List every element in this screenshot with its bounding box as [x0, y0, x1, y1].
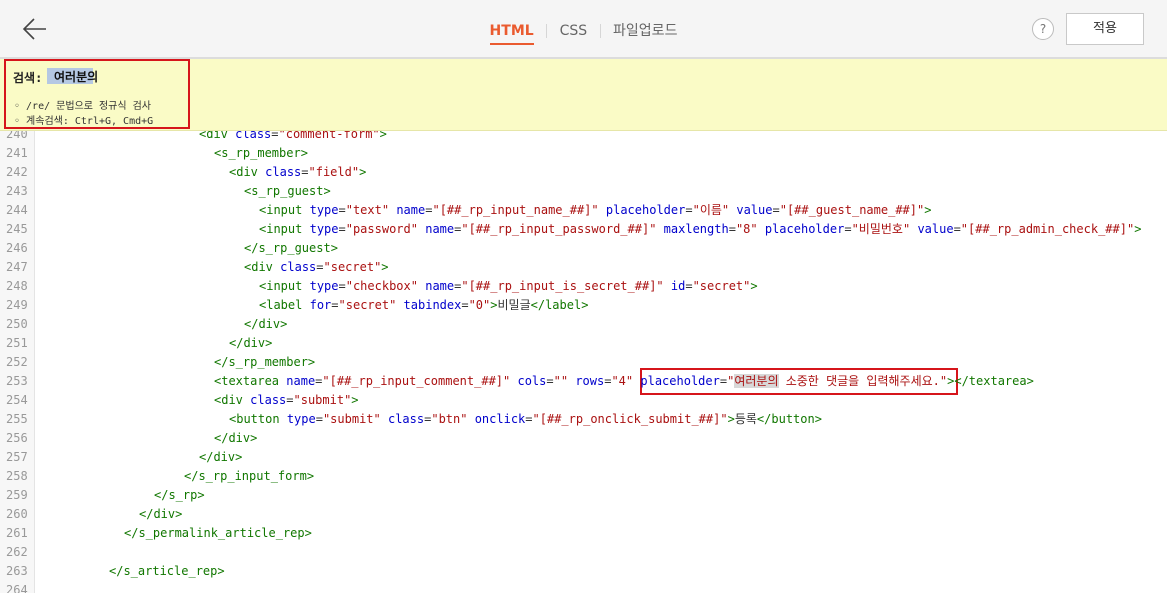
line-number: 258: [6, 469, 28, 483]
tab-html[interactable]: HTML: [482, 23, 542, 45]
code-line: 245 <input type="password" name="[##_rp_i…: [0, 220, 1167, 239]
line-number: 242: [6, 165, 28, 179]
line-number: 252: [6, 355, 28, 369]
code-line: 255 <button type="submit" class="btn" onc…: [0, 410, 1167, 429]
code-editor[interactable]: 240 <div class="comment-form"> 241 <s_rp_me…: [0, 131, 1167, 593]
code-line: 258 </s_rp_input_form>: [0, 467, 1167, 486]
line-number: 243: [6, 184, 28, 198]
code-text: <textarea name="[##_rp_input_comment_##]…: [214, 374, 1034, 388]
code-text: <div class="comment-form">: [199, 131, 387, 141]
code-line: 253 <textarea name="[##_rp_input_comment_…: [0, 372, 1167, 391]
line-number: 248: [6, 279, 28, 293]
line-number: 263: [6, 564, 28, 578]
code-line: 262: [0, 543, 1167, 562]
code-text: </s_rp_member>: [214, 355, 316, 369]
tab-file-upload[interactable]: 파일업로드: [605, 20, 685, 40]
code-line: 241 <s_rp_member>: [0, 144, 1167, 163]
tab-bar: HTML CSS 파일업로드: [0, 20, 1167, 45]
code-text: </s_rp_guest>: [244, 241, 338, 255]
code-text: <button type="submit" class="btn" onclic…: [229, 412, 822, 426]
code-line: 248 <input type="checkbox" name="[##_rp_i…: [0, 277, 1167, 296]
line-number: 256: [6, 431, 28, 445]
line-number: 244: [6, 203, 28, 217]
code-text: </div>: [244, 317, 288, 331]
code-line: 240 <div class="comment-form">: [0, 131, 1167, 144]
line-number: 250: [6, 317, 28, 331]
line-number: 251: [6, 336, 28, 350]
editor-header: HTML CSS 파일업로드 ? 적용: [0, 0, 1167, 59]
line-number: 253: [6, 374, 28, 388]
code-line: 259 </s_rp>: [0, 486, 1167, 505]
code-text: <div class="secret">: [244, 260, 389, 274]
line-number: 249: [6, 298, 28, 312]
line-number: 240: [6, 131, 28, 141]
line-number: 247: [6, 260, 28, 274]
code-text: <input type="checkbox" name="[##_rp_inpu…: [259, 279, 758, 293]
hint-regex: ◦ /re/ 문법으로 정규식 검사: [14, 101, 151, 112]
line-number: 260: [6, 507, 28, 521]
code-line: 250 </div>: [0, 315, 1167, 334]
code-line: 249 <label for="secret" tabindex="0">비밀글<…: [0, 296, 1167, 315]
code-line: 243 <s_rp_guest>: [0, 182, 1167, 201]
code-line: 264: [0, 581, 1167, 593]
code-line: 261 </s_permalink_article_rep>: [0, 524, 1167, 543]
code-line: 244 <input type="text" name="[##_rp_input…: [0, 201, 1167, 220]
hint-continue-search: ◦ 계속검색: Ctrl+G, Cmd+G: [14, 116, 154, 127]
search-annotation-box: 검색: ◦ /re/ 문법으로 정규식 검사 ◦ 계속검색: Ctrl+G, C…: [4, 59, 190, 129]
code-text: <s_rp_member>: [214, 146, 308, 160]
code-text: </div>: [139, 507, 183, 521]
code-text: </s_rp_input_form>: [184, 469, 315, 483]
code-line: 260 </div>: [0, 505, 1167, 524]
code-line: 254 <div class="submit">: [0, 391, 1167, 410]
code-line: 257 </div>: [0, 448, 1167, 467]
code-text: <div class="submit">: [214, 393, 359, 407]
search-panel: 검색: ◦ /re/ 문법으로 정규식 검사 ◦ 계속검색: Ctrl+G, C…: [0, 59, 1167, 131]
line-number: 255: [6, 412, 28, 426]
line-number: 246: [6, 241, 28, 255]
code-line: 263 </s_article_rep>: [0, 562, 1167, 581]
code-line: 252 </s_rp_member>: [0, 353, 1167, 372]
code-line: 242 <div class="field">: [0, 163, 1167, 182]
code-text: <label for="secret" tabindex="0">비밀글</la…: [259, 298, 589, 312]
line-number: 264: [6, 583, 28, 593]
code-text: </s_article_rep>: [109, 564, 225, 578]
line-number: 254: [6, 393, 28, 407]
code-line: 247 <div class="secret">: [0, 258, 1167, 277]
line-number: 262: [6, 545, 28, 559]
code-text: </s_permalink_article_rep>: [124, 526, 312, 540]
search-label: 검색:: [13, 71, 43, 85]
line-number: 257: [6, 450, 28, 464]
code-line: 251 </div>: [0, 334, 1167, 353]
code-text: </s_rp>: [154, 488, 205, 502]
search-input[interactable]: [54, 66, 184, 86]
code-text: </div>: [229, 336, 273, 350]
tab-divider: [599, 24, 601, 38]
line-number: 245: [6, 222, 28, 236]
line-number: 261: [6, 526, 28, 540]
code-text: <input type="text" name="[##_rp_input_na…: [259, 203, 932, 217]
help-icon[interactable]: ?: [1032, 18, 1054, 40]
code-line: 246 </s_rp_guest>: [0, 239, 1167, 258]
line-number: 259: [6, 488, 28, 502]
line-number: 241: [6, 146, 28, 160]
code-text: <div class="field">: [229, 165, 367, 179]
code-text: <input type="password" name="[##_rp_inpu…: [259, 222, 1142, 236]
code-text: <s_rp_guest>: [244, 184, 331, 198]
apply-button[interactable]: 적용: [1066, 13, 1144, 45]
tab-css[interactable]: CSS: [552, 23, 596, 39]
code-text: </div>: [214, 431, 258, 445]
code-line: 256 </div>: [0, 429, 1167, 448]
code-text: </div>: [199, 450, 243, 464]
tab-divider: [546, 24, 548, 38]
